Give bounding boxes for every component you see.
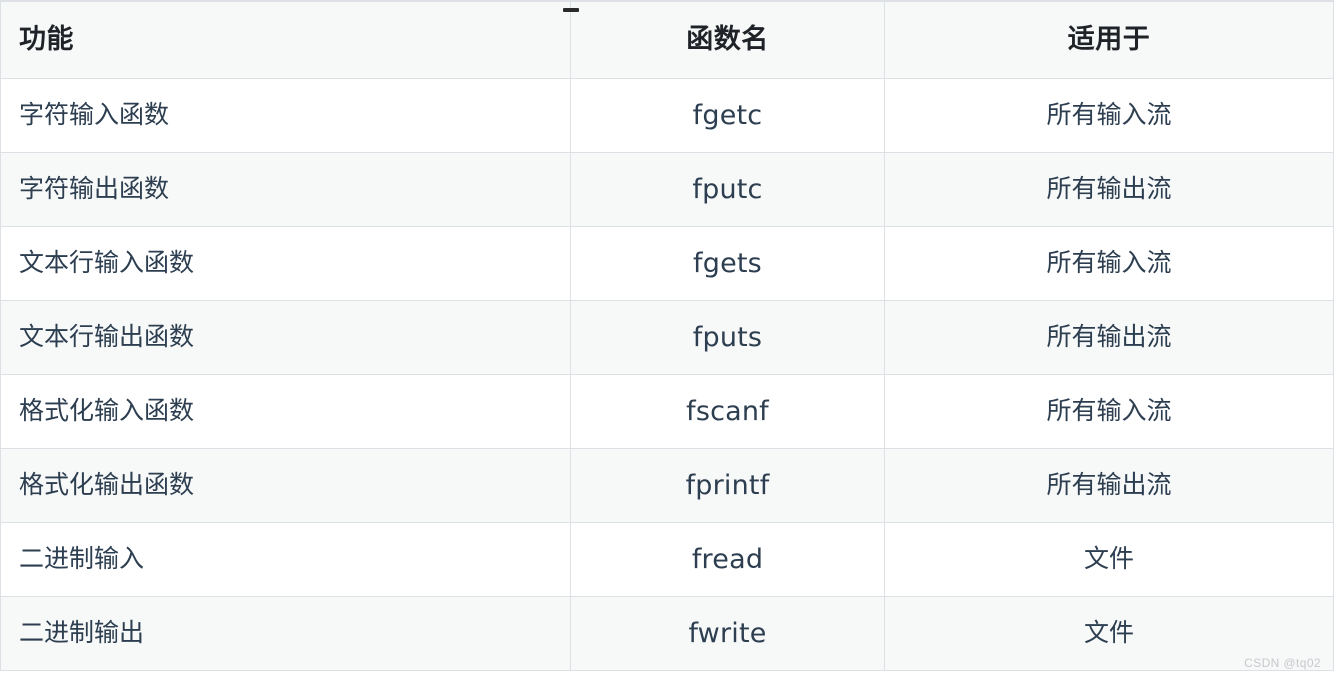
column-header-function-name: 函数名 <box>570 0 885 79</box>
cell-feature: 格式化输入函数 <box>0 374 571 449</box>
text-caret-artifact <box>563 8 579 12</box>
table-row: 字符输入函数 fgetc 所有输入流 <box>0 78 1334 153</box>
table-header: 功能 函数名 适用于 <box>0 0 1334 79</box>
cell-feature: 文本行输出函数 <box>0 300 571 375</box>
cell-function-name: fscanf <box>570 374 885 449</box>
cell-feature: 二进制输出 <box>0 596 571 671</box>
cell-function-name: fwrite <box>570 596 885 671</box>
cell-applies-to: 文件 <box>884 522 1334 597</box>
cell-feature: 文本行输入函数 <box>0 226 571 301</box>
table-row: 格式化输出函数 fprintf 所有输出流 <box>0 448 1334 523</box>
cell-function-name: fputs <box>570 300 885 375</box>
table-row: 格式化输入函数 fscanf 所有输入流 <box>0 374 1334 449</box>
table-body: 字符输入函数 fgetc 所有输入流 字符输出函数 fputc 所有输出流 文本行输入函数 f… <box>0 78 1334 671</box>
cell-applies-to: 所有输入流 <box>884 226 1334 301</box>
table-row: 二进制输出 fwrite 文件 <box>0 596 1334 671</box>
table-row: 文本行输出函数 fputs 所有输出流 <box>0 300 1334 375</box>
table-row: 文本行输入函数 fgets 所有输入流 <box>0 226 1334 301</box>
cell-function-name: fgetc <box>570 78 885 153</box>
table-row: 字符输出函数 fputc 所有输出流 <box>0 152 1334 227</box>
cell-applies-to: 所有输出流 <box>884 152 1334 227</box>
cell-applies-to: 所有输入流 <box>884 374 1334 449</box>
cell-feature: 字符输入函数 <box>0 78 571 153</box>
cell-applies-to: 所有输入流 <box>884 78 1334 153</box>
cell-applies-to: 所有输出流 <box>884 300 1334 375</box>
csdn-watermark: CSDN @tq02 <box>1244 656 1321 670</box>
cell-function-name: fread <box>570 522 885 597</box>
cell-function-name: fgets <box>570 226 885 301</box>
cell-function-name: fprintf <box>570 448 885 523</box>
cell-feature: 字符输出函数 <box>0 152 571 227</box>
table-header-row: 功能 函数名 适用于 <box>0 0 1334 79</box>
column-header-applies-to: 适用于 <box>884 0 1334 79</box>
cell-function-name: fputc <box>570 152 885 227</box>
table-row: 二进制输入 fread 文件 <box>0 522 1334 597</box>
cell-feature: 格式化输出函数 <box>0 448 571 523</box>
cell-feature: 二进制输入 <box>0 522 571 597</box>
cell-applies-to: 所有输出流 <box>884 448 1334 523</box>
c-file-io-function-table: 功能 函数名 适用于 字符输入函数 fgetc 所有输入流 字符输出函数 fputc 所有… <box>0 0 1334 671</box>
table-container: 功能 函数名 适用于 字符输入函数 fgetc 所有输入流 字符输出函数 fputc 所有… <box>0 0 1339 676</box>
column-header-feature: 功能 <box>0 0 571 79</box>
